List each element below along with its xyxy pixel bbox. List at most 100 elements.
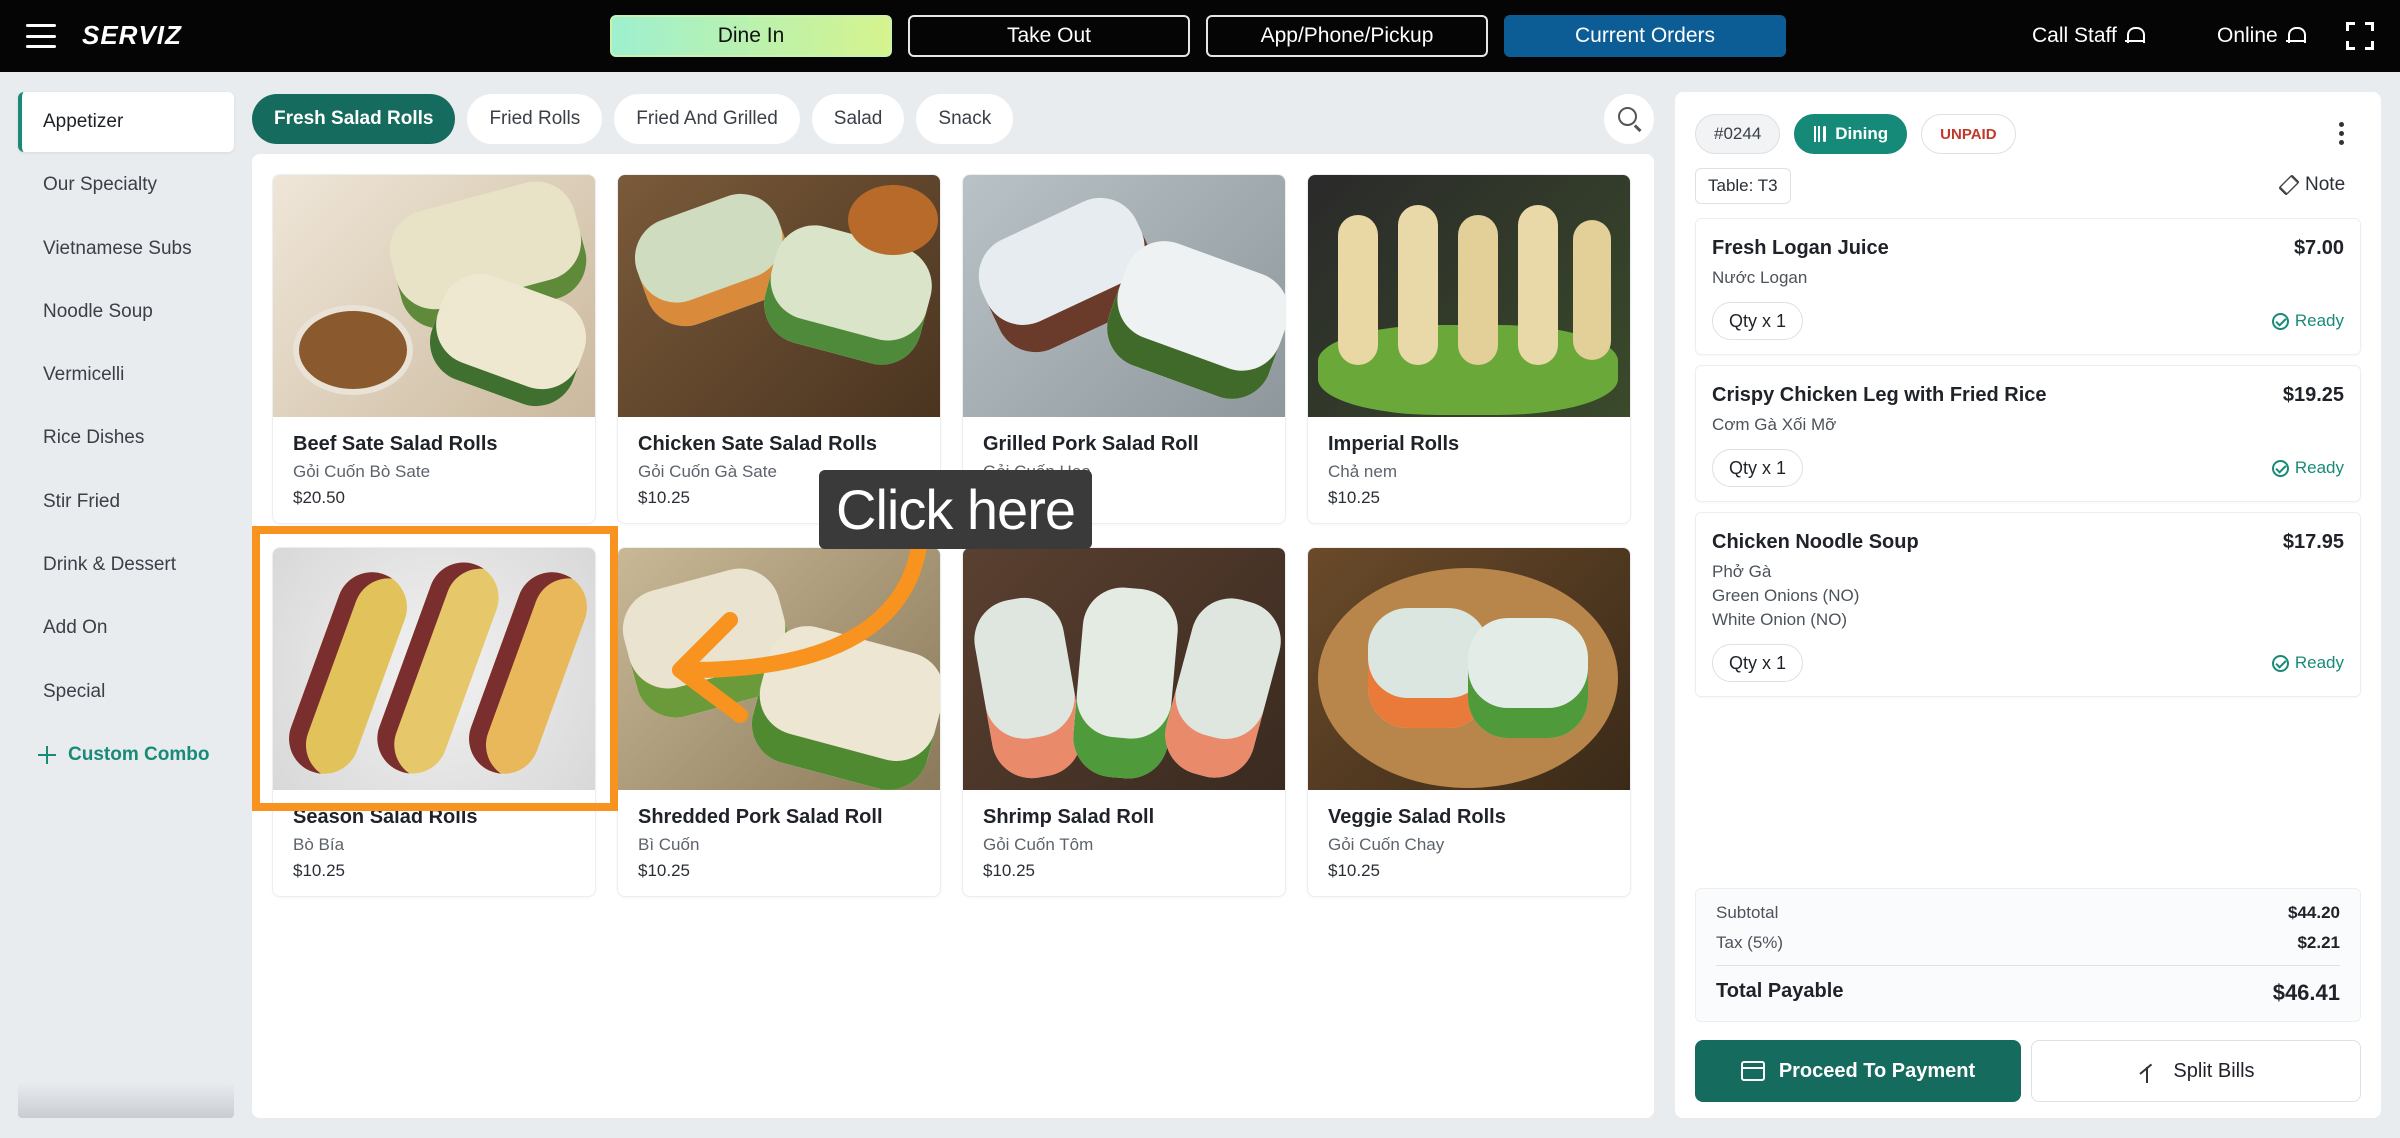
product-name: Imperial Rolls xyxy=(1328,433,1460,455)
product-price: $10.25 xyxy=(638,861,690,880)
product-subtitle: Bì Cuốn xyxy=(638,835,700,854)
order-item-subtitle: Cơm Gà Xối Mỡ xyxy=(1712,415,1837,434)
more-options-icon[interactable] xyxy=(2339,122,2345,148)
product-image xyxy=(1308,175,1630,417)
order-item-price: $19.25 xyxy=(2282,384,2344,406)
pill-fried-and-grilled[interactable]: Fried And Grilled xyxy=(614,94,800,144)
product-subtitle: Chả nem xyxy=(1328,462,1397,481)
menu-icon[interactable] xyxy=(26,24,56,48)
product-name: Chicken Sate Salad Rolls xyxy=(638,433,877,455)
totals-divider xyxy=(1716,965,2340,966)
tab-take-out[interactable]: Take Out xyxy=(908,15,1190,57)
check-circle-icon xyxy=(2271,459,2289,477)
product-card-veggie-salad-rolls[interactable]: Veggie Salad Rolls Gỏi Cuốn Chay $10.25 xyxy=(1307,547,1631,897)
order-items-list: Fresh Logan Juice $7.00 Nước Logan Qty x… xyxy=(1695,218,2361,707)
product-image xyxy=(618,175,940,417)
subtotal-label: Subtotal xyxy=(1716,903,1779,922)
order-number-badge: #0244 xyxy=(1695,114,1781,154)
order-totals: Subtotal $44.20 Tax (5%) $2.21 Total Pay… xyxy=(1695,888,2361,1022)
sidebar-item-rice-dishes[interactable]: Rice Dishes xyxy=(18,408,234,468)
online-label: Online xyxy=(2217,24,2278,47)
call-staff-button[interactable]: Call Staff xyxy=(2032,24,2145,48)
product-subtitle: Bò Bía xyxy=(293,835,345,854)
quantity-button[interactable]: Qty x 1 xyxy=(1712,449,1804,487)
proceed-to-payment-label: Proceed To Payment xyxy=(1778,1059,1976,1082)
online-status-button[interactable]: Online xyxy=(2217,24,2306,48)
order-item-subtitle: Nước Logan xyxy=(1712,268,1808,287)
sidebar-item-vermicelli[interactable]: Vermicelli xyxy=(18,345,234,405)
sidebar-item-stir-fried[interactable]: Stir Fried xyxy=(18,472,234,532)
product-name: Shredded Pork Salad Roll xyxy=(638,806,883,828)
product-card-shredded-pork[interactable]: Shredded Pork Salad Roll Bì Cuốn $10.25 xyxy=(617,547,941,897)
split-bills-button[interactable]: Split Bills xyxy=(2031,1040,2361,1102)
product-subtitle: Gỏi Cuốn Tôm xyxy=(983,835,1094,854)
quantity-button[interactable]: Qty x 1 xyxy=(1712,644,1804,682)
tab-current-orders[interactable]: Current Orders xyxy=(1504,15,1786,57)
search-icon[interactable] xyxy=(1604,94,1654,144)
sidebar-item-appetizer[interactable]: Appetizer xyxy=(18,92,234,152)
product-card-beef-sate[interactable]: Beef Sate Salad Rolls Gỏi Cuốn Bò Sate $… xyxy=(272,174,596,524)
sparkle-icon xyxy=(38,745,56,764)
product-image xyxy=(1308,548,1630,790)
pill-fried-rolls[interactable]: Fried Rolls xyxy=(467,94,603,144)
item-status: Ready xyxy=(2271,458,2344,478)
order-item-subtitle: Phở Gà xyxy=(1712,562,1772,581)
product-image xyxy=(273,548,595,790)
product-panel: Beef Sate Salad Rolls Gỏi Cuốn Bò Sate $… xyxy=(252,154,1654,1118)
product-name: Season Salad Rolls xyxy=(293,806,478,828)
bell-icon xyxy=(2285,26,2306,46)
product-subtitle: Gỏi Cuốn Bò Sate xyxy=(293,462,431,481)
product-price: $10.25 xyxy=(1328,861,1380,880)
order-header: #0244 Dining UNPAID xyxy=(1695,114,2016,154)
product-name: Shrimp Salad Roll xyxy=(983,806,1155,828)
click-here-tooltip: Click here xyxy=(819,470,1092,549)
product-image xyxy=(273,175,595,417)
sidebar-item-vietnamese-subs[interactable]: Vietnamese Subs xyxy=(18,219,234,279)
order-mode-tabs: Dine In Take Out App/Phone/Pickup Curren… xyxy=(610,15,1786,57)
pill-snack[interactable]: Snack xyxy=(916,94,1014,144)
sidebar-item-add-on[interactable]: Add On xyxy=(18,598,234,658)
tab-dine-in[interactable]: Dine In xyxy=(610,15,892,57)
order-item[interactable]: Fresh Logan Juice $7.00 Nước Logan Qty x… xyxy=(1695,218,2361,355)
product-image xyxy=(963,548,1285,790)
order-item[interactable]: Crispy Chicken Leg with Fried Rice $19.2… xyxy=(1695,365,2361,502)
product-card-shrimp-salad-roll[interactable]: Shrimp Salad Roll Gỏi Cuốn Tôm $10.25 xyxy=(962,547,1286,897)
total-value: $46.41 xyxy=(2272,980,2340,1005)
total-label: Total Payable xyxy=(1716,980,1844,1002)
pill-fresh-salad-rolls[interactable]: Fresh Salad Rolls xyxy=(252,94,456,144)
subcategory-pills: Fresh Salad Rolls Fried Rolls Fried And … xyxy=(252,94,1014,144)
sidebar-item-our-specialty[interactable]: Our Specialty xyxy=(18,155,234,215)
proceed-to-payment-button[interactable]: Proceed To Payment xyxy=(1695,1040,2021,1102)
split-icon xyxy=(2137,1059,2159,1083)
sidebar-item-special[interactable]: Special xyxy=(18,662,234,722)
product-name: Veggie Salad Rolls xyxy=(1328,806,1506,828)
product-price: $10.25 xyxy=(983,861,1035,880)
order-item-modifier: Green Onions (NO) xyxy=(1712,586,1860,605)
order-type-label: Dining xyxy=(1835,124,1889,143)
product-subtitle: Gỏi Cuốn Chay xyxy=(1328,835,1445,854)
order-item-modifier: White Onion (NO) xyxy=(1712,610,1848,629)
custom-combo-button[interactable]: Custom Combo xyxy=(18,725,234,785)
tab-app-phone-pickup[interactable]: App/Phone/Pickup xyxy=(1206,15,1488,57)
credit-card-icon xyxy=(1740,1061,1765,1081)
fullscreen-icon[interactable] xyxy=(2346,22,2374,50)
pill-salad[interactable]: Salad xyxy=(811,94,905,144)
item-status-label: Ready xyxy=(2294,311,2344,330)
item-status: Ready xyxy=(2271,653,2344,673)
note-button[interactable]: Note xyxy=(2278,174,2346,196)
subtotal-value: $44.20 xyxy=(2288,903,2340,922)
product-card-season-salad-rolls[interactable]: Season Salad Rolls Bò Bía $10.25 xyxy=(272,547,596,897)
product-card-imperial-rolls[interactable]: Imperial Rolls Chả nem $10.25 xyxy=(1307,174,1631,524)
sidebar-item-drink-dessert[interactable]: Drink & Dessert xyxy=(18,535,234,595)
quantity-button[interactable]: Qty x 1 xyxy=(1712,302,1804,340)
order-item[interactable]: Chicken Noodle Soup $17.95 Phở Gà Green … xyxy=(1695,512,2361,697)
product-name: Beef Sate Salad Rolls xyxy=(293,433,498,455)
split-bills-label: Split Bills xyxy=(2173,1059,2255,1082)
note-label: Note xyxy=(2305,174,2346,195)
sidebar-item-noodle-soup[interactable]: Noodle Soup xyxy=(18,282,234,342)
product-image xyxy=(963,175,1285,417)
table-tag[interactable]: Table: T3 xyxy=(1695,168,1791,204)
brand-logo: SERVIZ xyxy=(82,20,182,50)
top-bar: SERVIZ Dine In Take Out App/Phone/Pickup… xyxy=(0,0,2400,72)
bell-icon xyxy=(2124,26,2145,46)
